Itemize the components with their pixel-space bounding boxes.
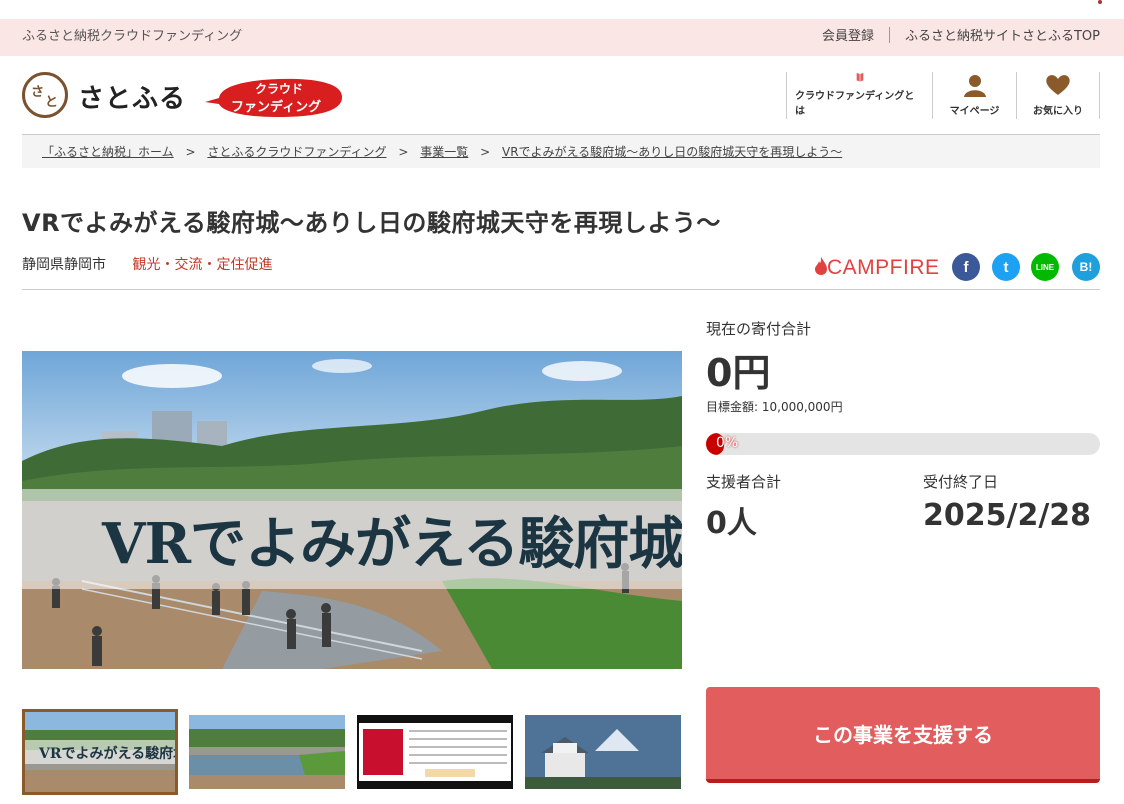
- progress-bar: 0%: [706, 433, 1100, 455]
- nav-label: お気に入り: [1033, 106, 1083, 117]
- facebook-share-icon[interactable]: f: [952, 253, 980, 281]
- book-icon: [856, 72, 863, 82]
- project-category[interactable]: 観光・交流・定住促進: [132, 257, 272, 273]
- flame-icon: [815, 257, 827, 275]
- goal-amount: 目標金額: 10,000,000円: [706, 400, 843, 414]
- supporters-count: 0人: [706, 506, 757, 541]
- nav-about-crowdfunding[interactable]: クラウドファンディングとは: [786, 72, 932, 119]
- user-icon: [963, 75, 986, 97]
- badge-line1: クラウド: [255, 82, 304, 96]
- thumbnail-image: [189, 715, 345, 789]
- campfire-text: CAMPFIRE: [827, 256, 940, 279]
- hero-title: VRでよみがえる駿府城: [102, 511, 682, 577]
- progress-percent: 0%: [716, 435, 739, 451]
- thumbnail-3[interactable]: [357, 715, 513, 789]
- breadcrumb-projects[interactable]: 事業一覧: [420, 145, 468, 159]
- thumbnail-image: [525, 715, 681, 789]
- member-register-link[interactable]: 会員登録: [822, 25, 874, 44]
- nav-label: マイページ: [949, 106, 1000, 117]
- twitter-glyph: t: [1003, 258, 1009, 276]
- breadcrumb-home[interactable]: 「ふるさと納税」ホーム: [42, 145, 174, 159]
- heart-icon: [1046, 75, 1070, 95]
- header-nav: クラウドファンディングとは マイページ お気に入り: [786, 72, 1100, 119]
- campfire-logo[interactable]: CAMPFIRE: [815, 256, 940, 280]
- divider: [22, 289, 1100, 290]
- hero-title-band: VRでよみがえる駿府城: [22, 489, 682, 589]
- nav-favorites[interactable]: お気に入り: [1016, 72, 1100, 119]
- deadline-label: 受付終了日: [923, 473, 999, 491]
- facebook-glyph: f: [963, 258, 969, 276]
- hero-image: VRでよみがえる駿府城: [22, 351, 682, 669]
- logo-glyph-top: さ: [31, 85, 45, 100]
- top-links: 会員登録 ふるさと納税サイトさとふるTOP: [822, 25, 1100, 44]
- breadcrumb-separator: >: [480, 145, 491, 159]
- satofull-logo-icon[interactable]: さ と: [22, 72, 68, 118]
- thumbnail-4[interactable]: [525, 715, 681, 789]
- thumbnail-title: VRでよみがえる駿府城: [39, 746, 178, 762]
- thumbnail-1[interactable]: VRでよみがえる駿府城: [22, 709, 178, 795]
- line-glyph: LINE: [1035, 262, 1055, 272]
- supporters-label: 支援者合計: [706, 473, 782, 491]
- hatena-share-icon[interactable]: B!: [1072, 253, 1100, 281]
- hatena-glyph: B!: [1079, 260, 1093, 274]
- header: さ と さとふる クラウド ファンディング クラウドファンディングとは マイペー…: [0, 56, 1124, 134]
- breadcrumb-crowdfunding[interactable]: さとふるクラウドファンディング: [207, 145, 386, 159]
- site-label: ふるさと納税クラウドファンディング: [22, 29, 243, 44]
- thumbnail-title-band: VRでよみがえる駿府城: [25, 740, 175, 764]
- current-total-amount: 0円: [706, 351, 771, 395]
- current-total-label: 現在の寄付合計: [706, 320, 812, 338]
- satofull-top-link[interactable]: ふるさと納税サイトさとふるTOP: [905, 25, 1100, 44]
- crowdfunding-badge[interactable]: クラウド ファンディング: [205, 76, 343, 118]
- nav-label: クラウドファンディングとは: [795, 91, 915, 117]
- thumbnail-2[interactable]: [189, 715, 345, 789]
- twitter-share-icon[interactable]: t: [992, 253, 1020, 281]
- logo-text[interactable]: さとふる: [78, 78, 186, 115]
- project-meta: 静岡県静岡市 観光・交流・定住促進: [22, 254, 272, 274]
- nav-mypage[interactable]: マイページ: [932, 72, 1016, 119]
- corner-dot: [1098, 0, 1102, 4]
- top-bar: ふるさと納税クラウドファンディング 会員登録 ふるさと納税サイトさとふるTOP: [0, 19, 1124, 56]
- badge-line2: ファンディング: [231, 100, 322, 115]
- project-location: 静岡県静岡市: [22, 257, 106, 273]
- breadcrumb: 「ふるさと納税」ホーム > さとふるクラウドファンディング > 事業一覧 > V…: [22, 134, 1100, 168]
- divider: [888, 26, 890, 43]
- thumbnail-image: [359, 717, 511, 787]
- breadcrumb-separator: >: [398, 145, 409, 159]
- logo-glyph-bottom: と: [45, 95, 59, 110]
- breadcrumb-current[interactable]: VRでよみがえる駿府城～ありし日の駿府城天守を再現しよう～: [502, 145, 842, 159]
- line-share-icon[interactable]: LINE: [1031, 253, 1059, 281]
- breadcrumb-separator: >: [185, 145, 196, 159]
- deadline-date: 2025/2/28: [923, 498, 1092, 533]
- thumbnail-strip: VRでよみがえる駿府城: [22, 709, 682, 795]
- support-project-button[interactable]: この事業を支援する: [706, 687, 1100, 783]
- page-title: VRでよみがえる駿府城～ありし日の駿府城天守を再現しよう～: [22, 209, 721, 237]
- funding-stats: 現在の寄付合計 0円 目標金額: 10,000,000円 0% 支援者合計 0人…: [706, 318, 1100, 541]
